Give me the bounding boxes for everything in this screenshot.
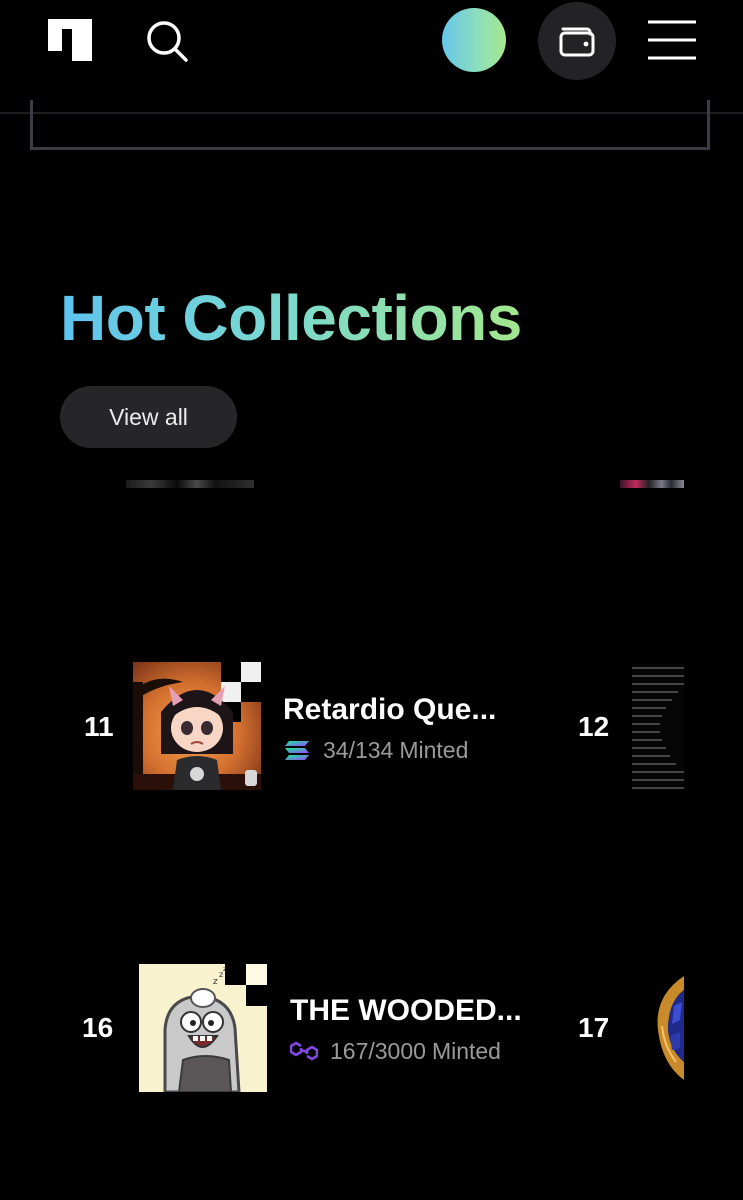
hamburger-menu-icon[interactable] xyxy=(646,18,698,62)
svg-text:z: z xyxy=(223,965,227,973)
top-navigation-bar xyxy=(0,0,743,114)
previous-section-panel xyxy=(30,100,710,150)
collection-rank: 17 xyxy=(578,1012,610,1043)
collection-thumbnail[interactable] xyxy=(654,976,684,1080)
wallet-icon xyxy=(559,27,595,57)
collection-thumbnail[interactable] xyxy=(632,664,684,790)
solana-icon xyxy=(283,736,311,764)
collection-thumbnail[interactable] xyxy=(133,662,261,790)
minted-label: Minted xyxy=(431,1038,501,1064)
collection-rank: 11 xyxy=(84,711,114,742)
minted-status: 167/3000 Minted xyxy=(289,1037,501,1065)
collection-thumbnail-fragment xyxy=(126,480,254,488)
platform-logo-icon[interactable] xyxy=(48,19,92,61)
wallet-button[interactable] xyxy=(538,2,616,80)
page: Hot Collections View all 11 Retardio Que… xyxy=(0,0,743,1200)
minted-count: 34/134 xyxy=(323,737,394,763)
minted-count: 167/3000 xyxy=(330,1038,426,1064)
collection-thumbnail[interactable]: z z z xyxy=(139,964,267,1092)
collection-rank: 12 xyxy=(578,711,610,742)
section-title: Hot Collections xyxy=(60,276,522,360)
minted-status: 34/134 Minted xyxy=(283,736,468,764)
minted-label: Minted xyxy=(399,737,469,763)
view-all-button[interactable]: View all xyxy=(60,386,237,448)
collection-thumbnail-fragment xyxy=(620,480,684,488)
polygon-icon xyxy=(289,1037,319,1065)
user-avatar[interactable] xyxy=(442,8,506,72)
collection-name[interactable]: THE WOODED... xyxy=(290,993,522,1029)
collection-rank: 16 xyxy=(82,1012,114,1043)
search-icon[interactable] xyxy=(144,18,190,64)
svg-text:z: z xyxy=(213,977,218,987)
collection-name[interactable]: Retardio Que... xyxy=(283,692,496,728)
